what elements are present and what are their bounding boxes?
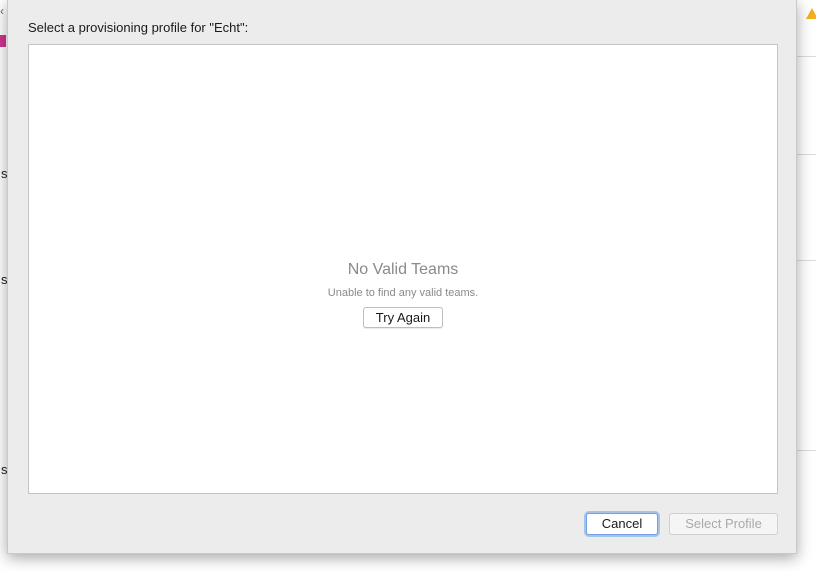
sheet-title: Select a provisioning profile for "Echt"… bbox=[28, 20, 249, 35]
empty-state: No Valid Teams Unable to find any valid … bbox=[29, 261, 777, 328]
try-again-button[interactable]: Try Again bbox=[362, 307, 444, 328]
background-divider bbox=[797, 260, 816, 261]
provisioning-profile-sheet: Select a provisioning profile for "Echt"… bbox=[7, 0, 797, 554]
profile-list-panel: No Valid Teams Unable to find any valid … bbox=[28, 44, 778, 494]
back-chevron-icon: ‹ bbox=[0, 4, 4, 18]
background-divider bbox=[797, 56, 816, 57]
warning-icon bbox=[806, 8, 816, 19]
cancel-button[interactable]: Cancel bbox=[586, 513, 658, 535]
empty-state-title: No Valid Teams bbox=[347, 261, 459, 278]
background-color-tag bbox=[0, 35, 6, 47]
background-divider bbox=[797, 154, 816, 155]
background-divider bbox=[797, 450, 816, 451]
empty-state-subtitle: Unable to find any valid teams. bbox=[327, 287, 479, 299]
select-profile-button[interactable]: Select Profile bbox=[669, 513, 778, 535]
